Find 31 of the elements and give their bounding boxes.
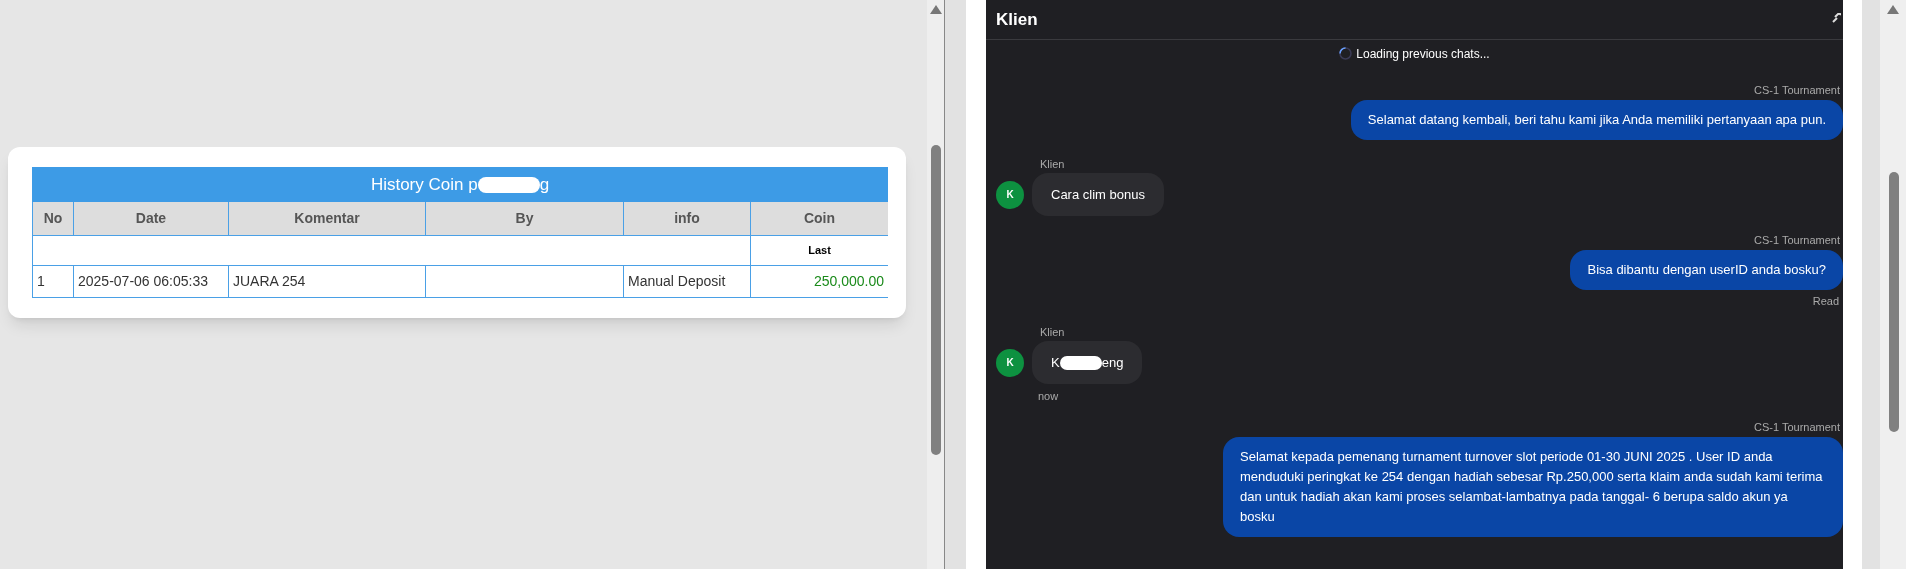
table-cell-text: JUARA 254 [233, 272, 306, 291]
message-bubble: K eng [1032, 341, 1143, 384]
redaction-mark [477, 176, 540, 193]
sender-name: CS-1 Tournament [1754, 233, 1841, 247]
sender-name: Klien [1040, 157, 1065, 171]
message-bubble: Bisa dibantu dengan userID anda bosku? [1570, 250, 1843, 290]
sender-name: Klien [1040, 325, 1065, 339]
scrollbar[interactable] [927, 0, 945, 569]
scroll-up-icon[interactable] [1887, 5, 1899, 14]
table-title: g [539, 173, 550, 196]
table-cell-text: 250,000.00 [813, 272, 884, 291]
table-title: History Coin p [370, 173, 478, 196]
read-status: Read [1812, 294, 1840, 308]
sender-name: CS-1 Tournament [1754, 83, 1841, 97]
sender-name: CS-1 Tournament [1754, 420, 1841, 434]
spinner-icon [1339, 47, 1353, 60]
avatar: K [996, 348, 1024, 377]
message-bubble: Selamat datang kembali, beri tahu kami jika Anda memiliki pertanyaan apa pun. [1350, 100, 1843, 140]
message-bubble: Selamat kepada pemenang turnament turnover slot periode 01-30 JUNI 2025 . User ID anda menduduki peringkat ke 254 dengan hadiah sebesar Rp.250,000 serta klaim anda sudah kami terima dan untuk hadiah akan kami proses selambat-lambatnya pada tanggal- 6 berupa saldo akun ya bosku [1223, 437, 1843, 537]
timestamp: now [1038, 389, 1059, 403]
scroll-thumb[interactable] [1889, 172, 1899, 432]
chat-title: Klien [996, 8, 1038, 31]
table-cell-text: 2025-07-06 06:05:33 [78, 272, 208, 291]
loading-text: Loading previous chats... [1356, 45, 1490, 63]
table-cell-text: Manual Deposit [628, 272, 726, 291]
scroll-up-icon[interactable] [930, 5, 942, 14]
avatar: K [996, 180, 1024, 209]
message-bubble: Cara clim bonus [1032, 173, 1164, 216]
scroll-thumb[interactable] [931, 145, 941, 455]
scrollbar[interactable] [1880, 0, 1906, 569]
table-cell-text: 1 [37, 272, 45, 291]
